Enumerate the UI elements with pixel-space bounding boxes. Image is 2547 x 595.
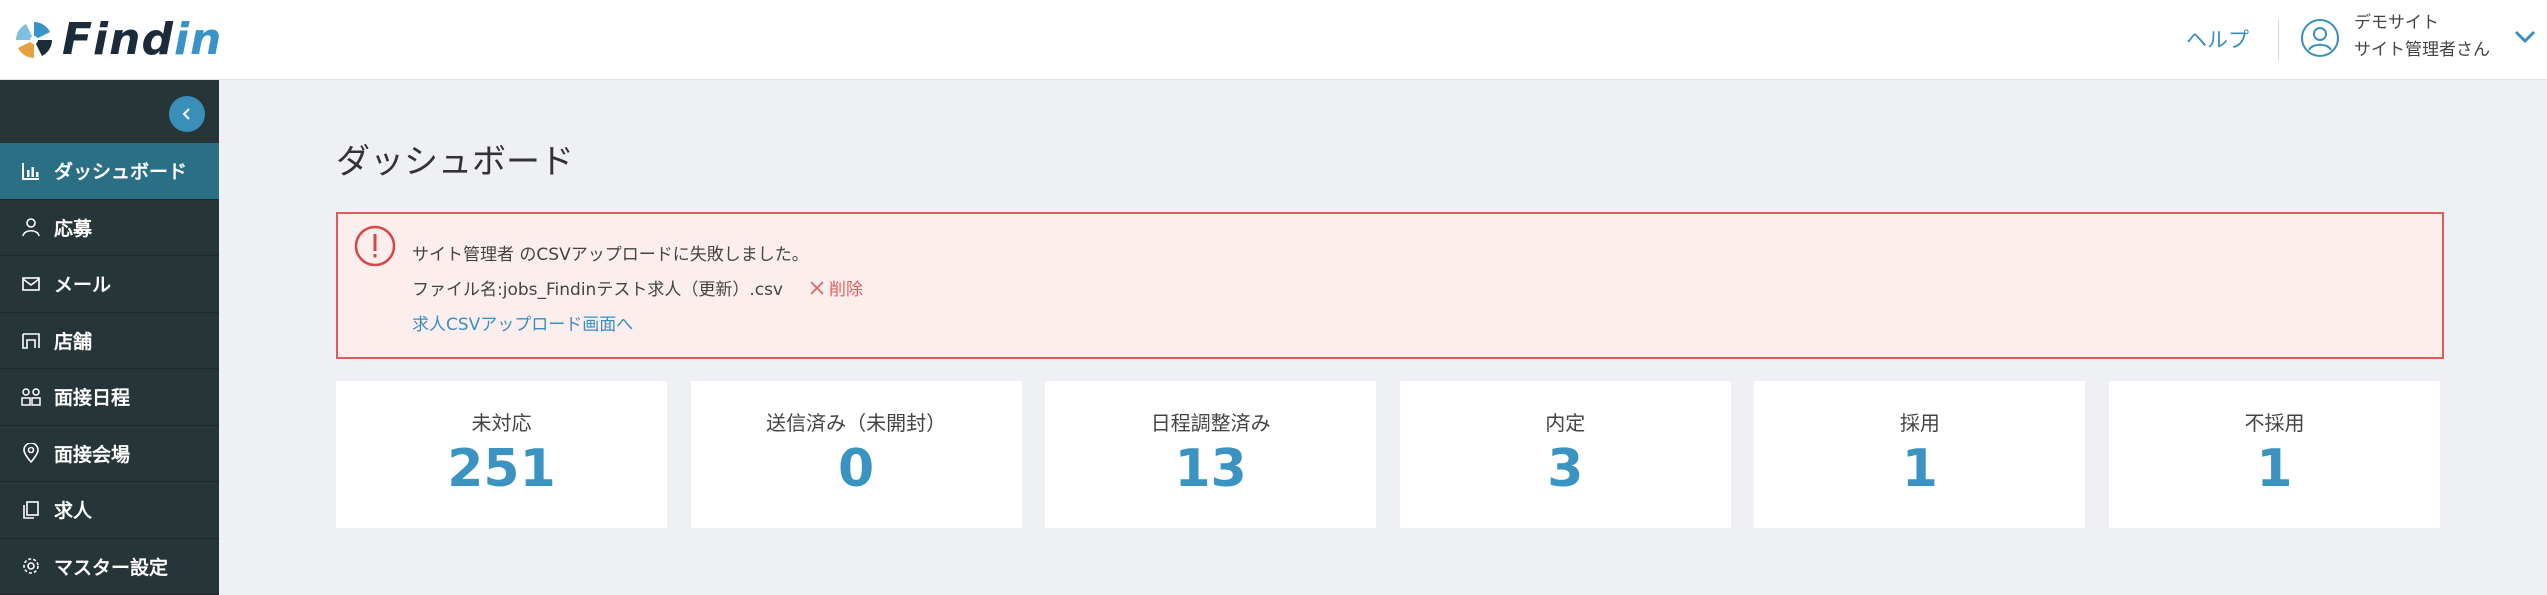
- status-cards: 未対応 251 送信済み（未開封） 0 日程調整済み 13 内定 3 採用 1 …: [336, 381, 2440, 528]
- sidebar-item-label: 店舗: [54, 330, 93, 353]
- card-value: 0: [838, 439, 875, 499]
- user-avatar-icon[interactable]: [2300, 18, 2340, 58]
- help-link[interactable]: ヘルプ: [2186, 24, 2249, 54]
- sidebar-item-label: 応募: [54, 217, 93, 240]
- sidebar-item-master-settings[interactable]: マスター設定: [0, 539, 219, 595]
- person-icon: [20, 216, 42, 238]
- close-icon: [810, 280, 824, 295]
- top-header: Findin ヘルプ デモサイト サイト管理者さん: [0, 0, 2547, 80]
- error-alert: サイト管理者 のCSVアップロードに失敗しました。 ファイル名:jobs_Fin…: [336, 212, 2444, 359]
- card-label: 送信済み（未開封）: [766, 411, 947, 435]
- status-card-unhandled[interactable]: 未対応 251: [336, 381, 667, 528]
- card-label: 日程調整済み: [1150, 411, 1271, 435]
- sidebar-item-interview-venues[interactable]: 面接会場: [0, 426, 219, 482]
- user-menu[interactable]: デモサイト サイト管理者さん: [2354, 10, 2490, 64]
- sidebar-item-applications[interactable]: 応募: [0, 200, 219, 256]
- sidebar-item-jobs[interactable]: 求人: [0, 482, 219, 539]
- copy-icon: [20, 499, 42, 521]
- card-value: 1: [1901, 439, 1938, 499]
- card-label: 未対応: [471, 411, 532, 435]
- card-value: 251: [447, 439, 556, 499]
- map-pin-icon: [20, 442, 42, 464]
- store-icon: [20, 329, 42, 351]
- card-value: 3: [1547, 439, 1584, 499]
- card-value: 1: [2256, 439, 2293, 499]
- app-logo[interactable]: Findin: [12, 14, 222, 66]
- chevron-down-icon[interactable]: [2512, 26, 2538, 48]
- sidebar-collapse-button[interactable]: [169, 96, 205, 132]
- card-value: 13: [1174, 439, 1247, 499]
- csv-upload-link[interactable]: 求人CSVアップロード画面へ: [412, 310, 633, 335]
- header-divider: [2278, 20, 2279, 60]
- pinwheel-logo-icon: [16, 22, 52, 58]
- bar-chart-icon: [20, 160, 42, 182]
- alert-file-line: ファイル名:jobs_Findinテスト求人（更新）.csv 削除: [412, 275, 863, 300]
- sidebar-item-stores[interactable]: 店舗: [0, 313, 219, 369]
- status-card-hired[interactable]: 採用 1: [1754, 381, 2086, 528]
- user-name: サイト管理者さん: [2354, 40, 2490, 60]
- sidebar: ダッシュボード 応募 メール 店舗 面接日程 面接会場 求人 マスター設定: [0, 80, 219, 595]
- mail-icon: [20, 273, 42, 295]
- card-label: 採用: [1899, 411, 1940, 435]
- card-label: 不採用: [2244, 411, 2305, 435]
- alert-message: サイト管理者 のCSVアップロードに失敗しました。: [412, 245, 809, 265]
- sidebar-item-label: ダッシュボード: [54, 161, 188, 184]
- sidebar-item-mail[interactable]: メール: [0, 256, 219, 313]
- sidebar-item-label: マスター設定: [54, 556, 169, 579]
- sidebar-item-label: 求人: [54, 500, 93, 523]
- sidebar-item-label: 面接会場: [54, 443, 131, 466]
- sidebar-item-dashboard[interactable]: ダッシュボード: [0, 143, 219, 200]
- sidebar-item-interview-schedule[interactable]: 面接日程: [0, 369, 219, 426]
- chevron-left-icon: [182, 108, 190, 120]
- page-title: ダッシュボード: [336, 142, 574, 182]
- status-card-offer[interactable]: 内定 3: [1399, 381, 1731, 528]
- status-card-scheduled[interactable]: 日程調整済み 13: [1045, 381, 1377, 528]
- logo-text: Findin: [62, 14, 223, 65]
- people-icon: [20, 386, 42, 408]
- delete-button[interactable]: 削除: [809, 275, 863, 300]
- user-site-name: デモサイト: [2354, 13, 2439, 33]
- status-card-sent-unopened[interactable]: 送信済み（未開封） 0: [690, 381, 1022, 528]
- alert-file-name: ファイル名:jobs_Findinテスト求人（更新）.csv: [412, 280, 783, 300]
- exclamation-circle-icon: [354, 225, 396, 267]
- sidebar-item-label: メール: [54, 274, 112, 297]
- sidebar-item-label: 面接日程: [54, 387, 131, 410]
- sidebar-nav: ダッシュボード 応募 メール 店舗 面接日程 面接会場 求人 マスター設定: [0, 143, 219, 595]
- card-label: 内定: [1545, 411, 1586, 435]
- delete-label: 削除: [829, 280, 863, 300]
- status-card-rejected[interactable]: 不採用 1: [2108, 381, 2440, 528]
- gear-icon: [20, 555, 42, 577]
